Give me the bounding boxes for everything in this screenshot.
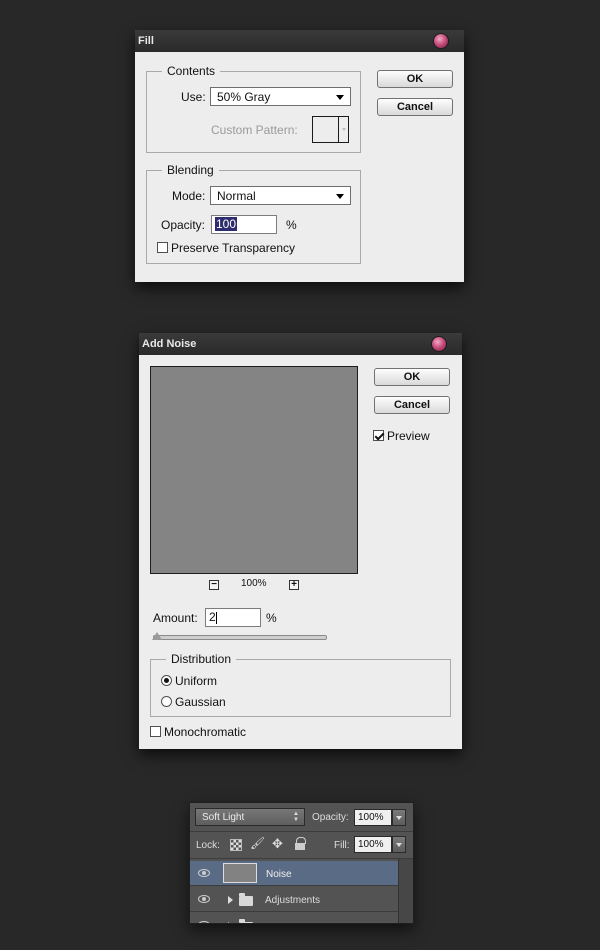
panel-opacity-dropdown[interactable] (392, 809, 406, 826)
text-caret (215, 611, 217, 624)
folder-icon (239, 893, 253, 906)
close-icon[interactable] (431, 336, 447, 352)
layer-row-partial[interactable] (190, 913, 398, 923)
lock-icon-body (295, 843, 305, 850)
expand-triangle-icon[interactable] (228, 896, 233, 904)
preserve-transparency-label: Preserve Transparency (171, 241, 296, 255)
blend-mode-value: Soft Light (202, 812, 245, 823)
opacity-input[interactable]: 100 (211, 215, 277, 234)
gaussian-label: Gaussian (175, 695, 226, 709)
opacity-input-value: 100 (215, 217, 238, 231)
monochromatic-label: Monochromatic (164, 725, 247, 739)
lock-label: Lock: (196, 840, 220, 851)
panel-divider (190, 831, 413, 832)
layer-row-noise[interactable]: Noise (190, 861, 398, 886)
mode-select[interactable]: Normal (210, 186, 351, 205)
panel-opacity-field[interactable]: 100% (354, 809, 392, 826)
panel-opacity-label: Opacity: (312, 812, 349, 823)
brush-icon[interactable]: 🖌 (250, 836, 265, 850)
preview-checkbox[interactable] (373, 430, 384, 441)
expand-triangle-icon[interactable] (228, 922, 233, 923)
fill-field[interactable]: 100% (354, 836, 392, 853)
amount-input-value: 2 (209, 610, 216, 624)
cancel-button[interactable]: Cancel (374, 396, 450, 414)
zoom-in-button[interactable]: + (289, 580, 299, 590)
add-noise-title: Add Noise (142, 338, 197, 350)
fill-dialog-title: Fill (138, 35, 154, 47)
ok-button[interactable]: OK (377, 70, 453, 88)
fill-label: Fill: (334, 840, 350, 851)
mode-label: Mode: (172, 189, 206, 203)
custom-pattern-label: Custom Pattern: (211, 123, 298, 137)
layer-name: Adjustments (265, 895, 321, 906)
zoom-out-button[interactable]: − (209, 580, 219, 590)
contents-group: Contents Use: 50% Gray Custom Pattern: (146, 64, 361, 153)
move-icon[interactable]: ✥ (272, 836, 283, 852)
uniform-radio[interactable] (161, 675, 172, 686)
layer-row-adjustments[interactable]: Adjustments (190, 887, 398, 912)
preview-label: Preview (387, 429, 430, 443)
lock-transparent-icon[interactable] (230, 839, 242, 851)
blend-mode-select[interactable]: Soft Light ▲ ▼ (195, 808, 305, 826)
blending-legend: Blending (162, 163, 219, 177)
amount-input[interactable]: 2 (205, 608, 261, 627)
contents-legend: Contents (162, 64, 221, 78)
amount-slider-thumb[interactable] (152, 632, 162, 640)
folder-icon (239, 919, 253, 923)
chevron-down-icon (342, 128, 346, 131)
close-icon[interactable] (433, 33, 449, 49)
pattern-dropdown-divider (338, 117, 339, 142)
fill-dialog-titlebar[interactable]: Fill (135, 30, 464, 52)
chevron-down-icon (336, 194, 344, 199)
noise-preview[interactable] (150, 366, 358, 574)
use-select[interactable]: 50% Gray (210, 87, 351, 106)
eye-icon[interactable] (198, 869, 210, 877)
use-select-value: 50% Gray (217, 90, 271, 104)
opacity-unit: % (286, 218, 297, 232)
monochromatic-checkbox[interactable] (150, 726, 161, 737)
panel-scrollbar[interactable] (398, 859, 413, 923)
uniform-label: Uniform (175, 674, 218, 688)
panel-divider (190, 858, 413, 859)
eye-icon[interactable] (198, 895, 210, 903)
blending-group: Blending Mode: Normal Opacity: 100 % Pre… (146, 163, 361, 264)
cancel-button[interactable]: Cancel (377, 98, 453, 116)
eye-icon[interactable] (198, 921, 210, 923)
chevron-down-icon (336, 95, 344, 100)
layers-panel: Soft Light ▲ ▼ Opacity: 100% Lock: 🖌 ✥ Fi… (189, 802, 414, 924)
zoom-level: 100% (241, 578, 267, 589)
updown-arrows-icon: ▲ ▼ (293, 811, 299, 823)
fill-dropdown[interactable] (392, 836, 406, 853)
opacity-label: Opacity: (161, 218, 206, 232)
fill-dialog: Fill Contents Use: 50% Gray Custom Patte… (135, 30, 464, 282)
mode-select-value: Normal (217, 189, 256, 203)
amount-unit: % (266, 611, 277, 625)
distribution-legend: Distribution (166, 652, 237, 666)
amount-label: Amount: (153, 611, 198, 625)
add-noise-titlebar[interactable]: Add Noise (139, 333, 462, 355)
amount-slider-track[interactable] (153, 635, 327, 640)
gaussian-radio[interactable] (161, 696, 172, 707)
ok-button[interactable]: OK (374, 368, 450, 386)
distribution-group: Distribution Uniform Gaussian (150, 652, 451, 717)
use-label: Use: (181, 90, 206, 104)
layer-name: Noise (266, 869, 292, 880)
layer-thumbnail (223, 863, 257, 883)
preserve-transparency-checkbox[interactable] (157, 242, 168, 253)
add-noise-dialog: Add Noise − 100% + OK Cancel Preview Amo… (139, 333, 462, 749)
custom-pattern-picker (312, 116, 349, 143)
